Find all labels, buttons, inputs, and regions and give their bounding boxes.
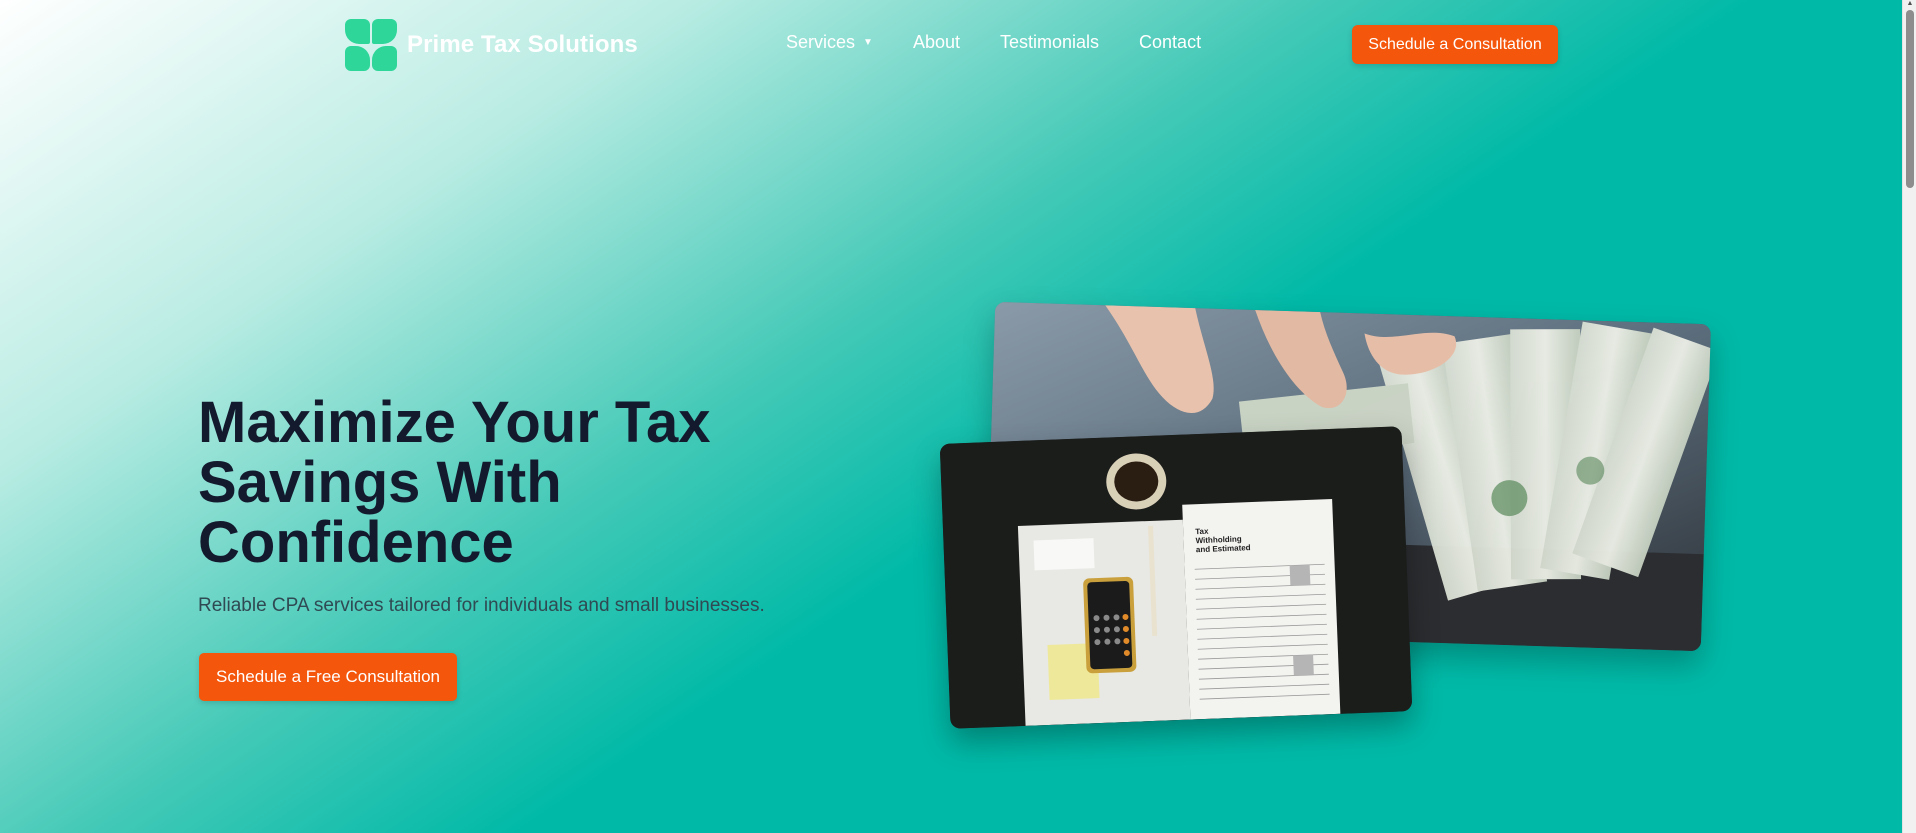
brand[interactable]: Prime Tax Solutions xyxy=(345,19,638,71)
hero-title-line: Savings With xyxy=(198,450,562,515)
nav-item-label: About xyxy=(912,32,960,52)
schedule-consultation-button[interactable]: Schedule a Consultation xyxy=(1352,25,1558,64)
nav-item-label: Contact xyxy=(1139,32,1202,52)
hero-subtitle: Reliable CPA services tailored for indiv… xyxy=(198,595,765,616)
scroll-up-arrow-icon[interactable]: ▲ xyxy=(1906,0,1914,8)
hero-title: Maximize Your Tax Savings With Confidenc… xyxy=(198,393,818,573)
vertical-scrollbar[interactable]: ▲ xyxy=(1902,0,1916,833)
hero-title-line: Confidence xyxy=(198,510,514,575)
brand-name: Prime Tax Solutions xyxy=(407,31,638,58)
site-header: Prime Tax Solutions Services ▼ About Tes… xyxy=(0,0,1902,90)
caret-down-icon: ▼ xyxy=(863,37,873,48)
schedule-free-consultation-button[interactable]: Schedule a Free Consultation xyxy=(199,653,457,701)
nav-item-about[interactable]: About xyxy=(913,32,960,53)
nav-item-testimonials[interactable]: Testimonials xyxy=(1000,32,1099,53)
nav-item-label: Services xyxy=(786,32,856,52)
nav-item-contact[interactable]: Contact xyxy=(1139,32,1201,53)
four-leaf-logo-icon xyxy=(345,19,397,71)
nav-item-label: Testimonials xyxy=(999,32,1100,52)
main-nav: Services ▼ About Testimonials Contact xyxy=(786,32,1201,53)
page-background: Prime Tax Solutions Services ▼ About Tes… xyxy=(0,0,1902,833)
hero-title-line: Maximize Your Tax xyxy=(198,390,711,455)
nav-item-services[interactable]: Services ▼ xyxy=(786,32,873,53)
tax-forms-calculator-coffee-photo: Tax Withholding and Estimated xyxy=(939,426,1413,729)
scrollbar-thumb[interactable] xyxy=(1906,10,1914,188)
